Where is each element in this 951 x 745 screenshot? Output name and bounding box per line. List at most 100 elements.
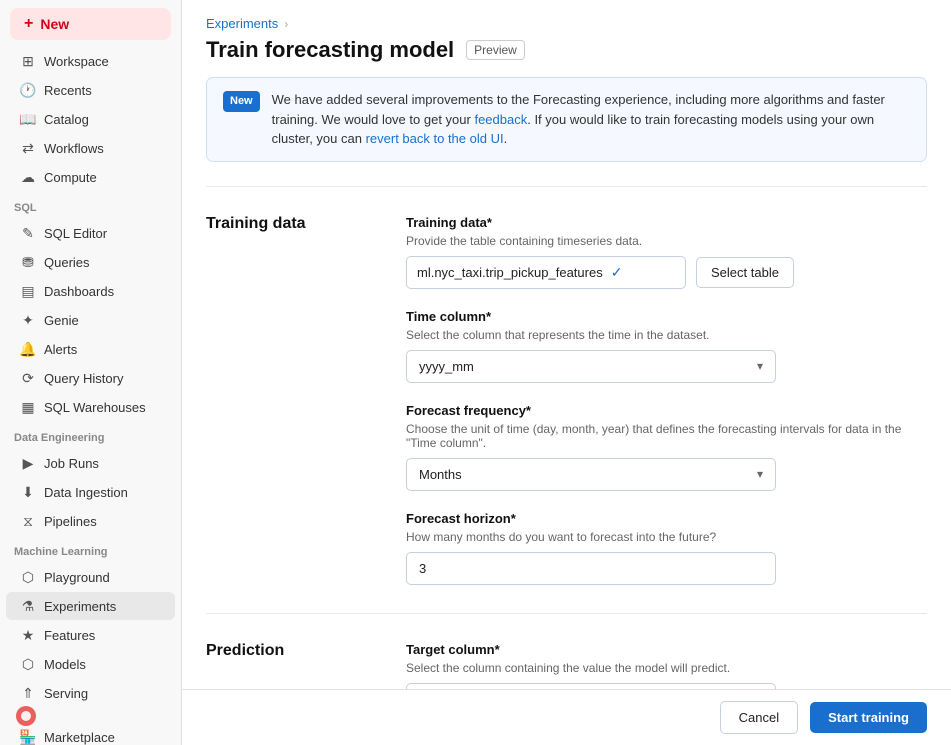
sidebar-item-label: Experiments — [44, 599, 116, 614]
queries-icon: ⛃ — [20, 254, 36, 270]
new-badge: New — [223, 91, 260, 112]
sidebar-item-label: Serving — [44, 686, 88, 701]
sidebar-item-alerts[interactable]: 🔔 Alerts — [6, 335, 175, 363]
training-fields: Training data* Provide the table contain… — [406, 215, 927, 585]
revert-link[interactable]: revert back to the old UI — [366, 131, 504, 146]
sql-editor-icon: ✎ — [20, 225, 36, 241]
content-area: Experiments › Train forecasting model Pr… — [182, 0, 951, 745]
training-data-label: Training data* — [406, 215, 927, 230]
sidebar-item-label: SQL Editor — [44, 226, 107, 241]
sidebar-item-label: Query History — [44, 371, 123, 386]
footer: Cancel Start training — [182, 689, 951, 745]
sidebar: + New ⊞ Workspace 🕐 Recents 📖 Catalog ⇄ … — [0, 0, 182, 745]
training-data-field: Training data* Provide the table contain… — [406, 215, 927, 289]
breadcrumb: Experiments › — [206, 0, 927, 37]
sidebar-item-label: SQL Warehouses — [44, 400, 146, 415]
sidebar-item-data-ingestion[interactable]: ⬇ Data Ingestion — [6, 478, 175, 506]
sidebar-item-label: Playground — [44, 570, 110, 585]
target-column-label: Target column* — [406, 642, 927, 657]
sidebar-section-ml-label: Machine Learning — [0, 536, 181, 562]
sidebar-item-queries[interactable]: ⛃ Queries — [6, 248, 175, 276]
breadcrumb-separator: › — [284, 17, 288, 31]
preview-badge: Preview — [466, 40, 525, 60]
sidebar-item-catalog[interactable]: 📖 Catalog — [6, 105, 175, 133]
info-banner: New We have added several improvements t… — [206, 77, 927, 162]
sidebar-item-serving[interactable]: ⇑ Serving — [6, 679, 175, 707]
sidebar-item-label: Recents — [44, 83, 92, 98]
time-column-chevron: ▾ — [757, 359, 763, 373]
check-icon: ✓ — [611, 264, 623, 281]
forecast-horizon-label: Forecast horizon* — [406, 511, 927, 526]
marketplace-icon: 🏪 — [20, 729, 36, 745]
catalog-icon: 📖 — [20, 111, 36, 127]
models-icon: ⬡ — [20, 656, 36, 672]
start-training-button[interactable]: Start training — [810, 702, 927, 733]
new-label: New — [40, 16, 69, 32]
sidebar-item-dashboards[interactable]: ▤ Dashboards — [6, 277, 175, 305]
feedback-link[interactable]: feedback — [474, 112, 527, 127]
sidebar-item-sql-warehouses[interactable]: ▦ SQL Warehouses — [6, 393, 175, 421]
serving-icon: ⇑ — [20, 685, 36, 701]
sidebar-section-ml: ⬡ Playground ⚗ Experiments ★ Features ⬡ … — [0, 562, 181, 708]
breadcrumb-experiments[interactable]: Experiments — [206, 16, 278, 31]
dashboards-icon: ▤ — [20, 283, 36, 299]
forecast-frequency-select[interactable]: Months ▾ — [406, 458, 776, 491]
sidebar-item-pipelines[interactable]: ⧖ Pipelines — [6, 507, 175, 535]
pipelines-icon: ⧖ — [20, 513, 36, 529]
sidebar-item-features[interactable]: ★ Features — [6, 621, 175, 649]
select-table-button[interactable]: Select table — [696, 257, 794, 288]
sidebar-item-experiments[interactable]: ⚗ Experiments — [6, 592, 175, 620]
target-column-desc: Select the column containing the value t… — [406, 661, 927, 675]
training-section-title: Training data — [206, 215, 406, 585]
forecast-horizon-desc: How many months do you want to forecast … — [406, 530, 927, 544]
training-data-input[interactable]: ml.nyc_taxi.trip_pickup_features ✓ — [406, 256, 686, 289]
experiments-icon: ⚗ — [20, 598, 36, 614]
sidebar-item-compute[interactable]: ☁ Compute — [6, 163, 175, 191]
sidebar-section-de-label: Data Engineering — [0, 422, 181, 448]
sidebar-item-recents[interactable]: 🕐 Recents — [6, 76, 175, 104]
sidebar-item-sql-editor[interactable]: ✎ SQL Editor — [6, 219, 175, 247]
sidebar-item-label: Dashboards — [44, 284, 114, 299]
banner-text: We have added several improvements to th… — [272, 90, 910, 149]
playground-icon: ⬡ — [20, 569, 36, 585]
training-data-section: Training data Training data* Provide the… — [206, 186, 927, 613]
sidebar-item-genie[interactable]: ✦ Genie — [6, 306, 175, 334]
data-ingestion-icon: ⬇ — [20, 484, 36, 500]
forecast-frequency-desc: Choose the unit of time (day, month, yea… — [406, 422, 927, 450]
cancel-button[interactable]: Cancel — [720, 701, 798, 734]
recents-icon: 🕐 — [20, 82, 36, 98]
sidebar-section-main: ⊞ Workspace 🕐 Recents 📖 Catalog ⇄ Workfl… — [0, 46, 181, 192]
sidebar-item-label: Workspace — [44, 54, 109, 69]
main-content: Experiments › Train forecasting model Pr… — [182, 0, 951, 745]
forecast-horizon-input[interactable] — [406, 552, 776, 585]
genie-icon: ✦ — [20, 312, 36, 328]
sidebar-item-label: Models — [44, 657, 86, 672]
sidebar-item-job-runs[interactable]: ▶ Job Runs — [6, 449, 175, 477]
sql-warehouses-icon: ▦ — [20, 399, 36, 415]
sidebar-item-label: Workflows — [44, 141, 104, 156]
forecast-frequency-value: Months — [419, 467, 462, 482]
alerts-icon: 🔔 — [20, 341, 36, 357]
sidebar-item-label: Queries — [44, 255, 90, 270]
sidebar-item-label: Features — [44, 628, 95, 643]
query-history-icon: ⟳ — [20, 370, 36, 386]
sidebar-item-label: Marketplace — [44, 730, 115, 745]
time-column-label: Time column* — [406, 309, 927, 324]
page-title: Train forecasting model — [206, 37, 454, 63]
training-data-value: ml.nyc_taxi.trip_pickup_features — [417, 265, 603, 280]
sidebar-item-workspace[interactable]: ⊞ Workspace — [6, 47, 175, 75]
training-data-row: ml.nyc_taxi.trip_pickup_features ✓ Selec… — [406, 256, 927, 289]
sidebar-item-models[interactable]: ⬡ Models — [6, 650, 175, 678]
sidebar-section-sql-label: SQL — [0, 192, 181, 218]
compute-icon: ☁ — [20, 169, 36, 185]
time-column-select[interactable]: yyyy_mm ▾ — [406, 350, 776, 383]
sidebar-section-sql: ✎ SQL Editor ⛃ Queries ▤ Dashboards ✦ Ge… — [0, 218, 181, 422]
sidebar-item-label: Pipelines — [44, 514, 97, 529]
sidebar-item-label: Compute — [44, 170, 97, 185]
features-icon: ★ — [20, 627, 36, 643]
new-button[interactable]: + New — [10, 8, 171, 40]
sidebar-item-playground[interactable]: ⬡ Playground — [6, 563, 175, 591]
training-data-desc: Provide the table containing timeseries … — [406, 234, 927, 248]
sidebar-item-query-history[interactable]: ⟳ Query History — [6, 364, 175, 392]
sidebar-item-workflows[interactable]: ⇄ Workflows — [6, 134, 175, 162]
